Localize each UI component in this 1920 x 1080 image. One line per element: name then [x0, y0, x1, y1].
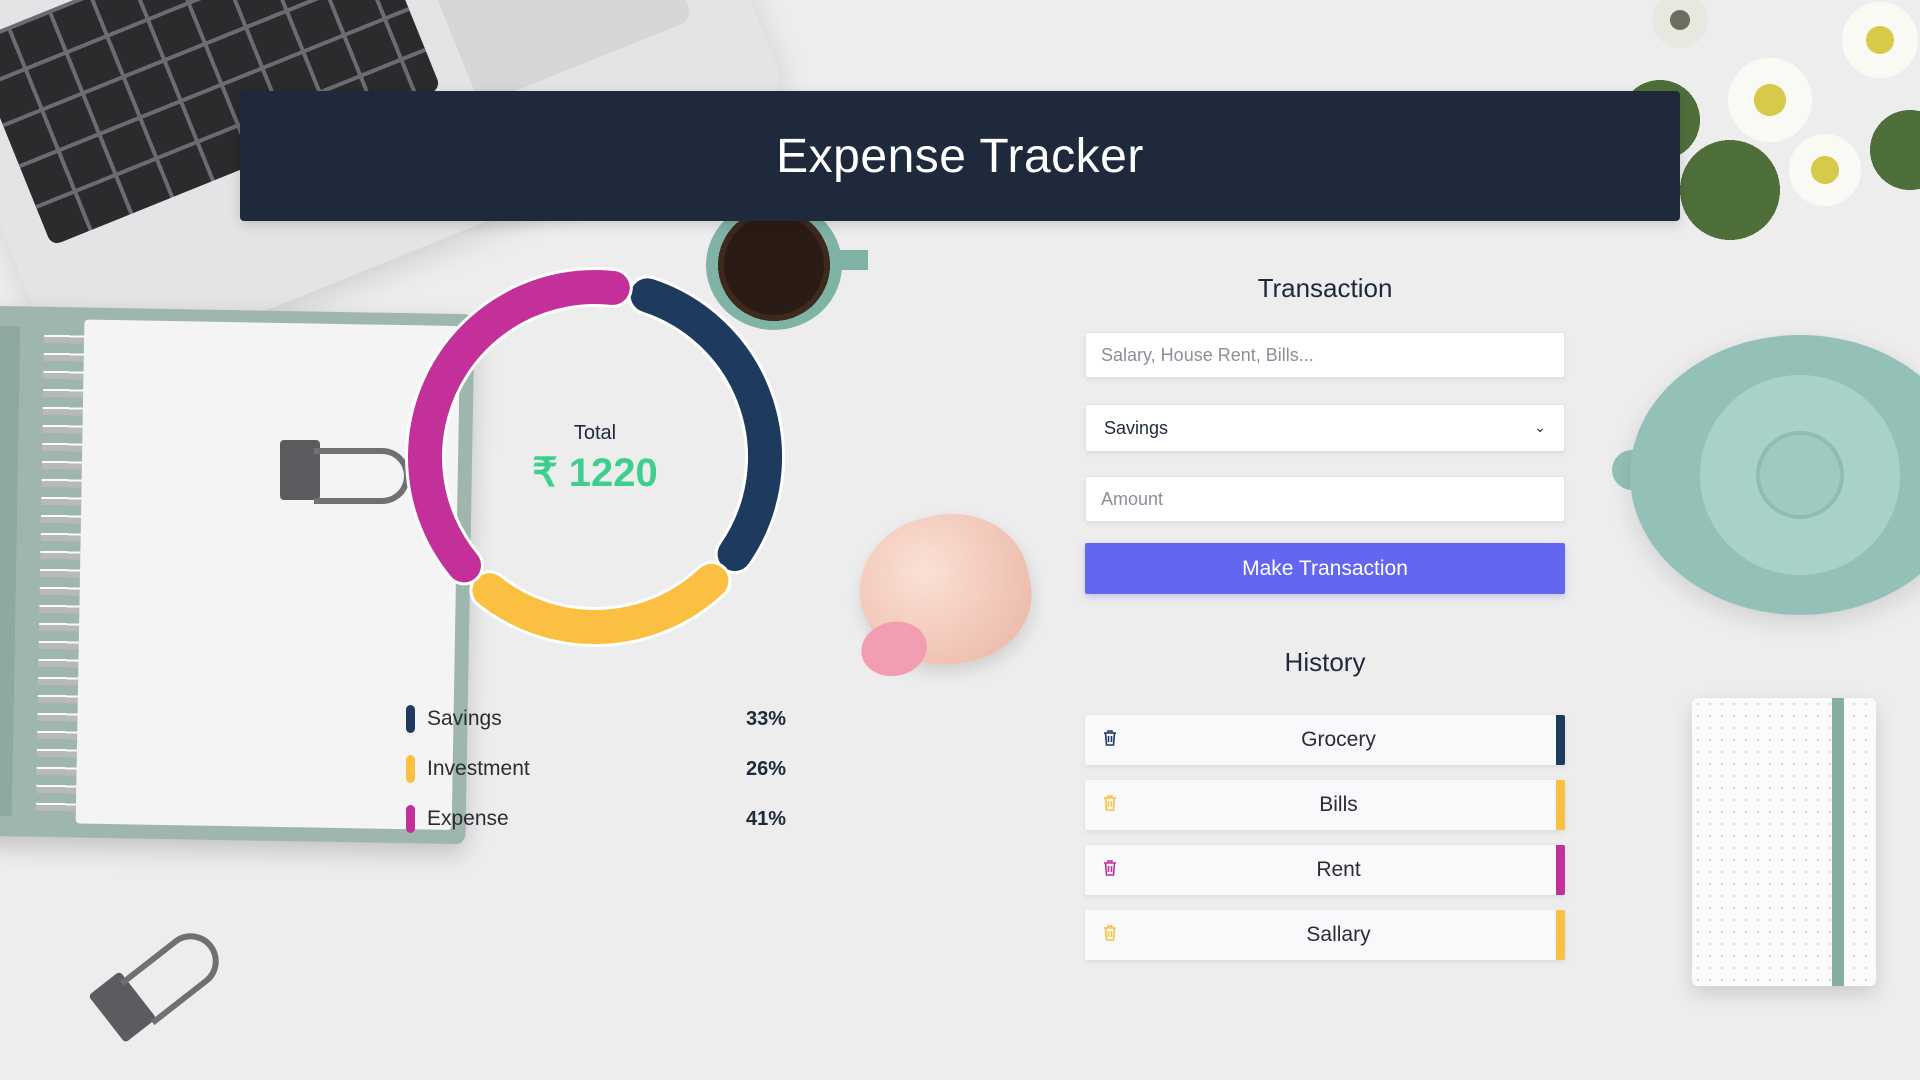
legend-label: Savings — [427, 707, 502, 730]
donut-segment-investment — [472, 563, 729, 644]
legend-item-expense: Expense 41% — [406, 794, 786, 844]
coffee-cup-handle-decoration — [838, 250, 868, 270]
trash-icon[interactable] — [1085, 730, 1135, 750]
history-item-name: Bills — [1319, 793, 1358, 816]
binder-clip-decoration — [82, 895, 268, 1074]
legend-item-investment: Investment 26% — [406, 744, 786, 794]
history-item-sallary: Sallary — [1085, 910, 1565, 960]
trash-icon[interactable] — [1085, 925, 1135, 945]
transaction-title: Transaction — [1257, 273, 1393, 303]
legend-percent: 33% — [745, 707, 786, 730]
total-value: ₹ 1220 — [532, 451, 658, 495]
app-header: Expense Tracker — [240, 91, 1680, 221]
select-value: Savings — [1104, 417, 1169, 438]
history-title: History — [1284, 647, 1366, 677]
trash-icon[interactable] — [1085, 795, 1135, 815]
history-item-rent: Rent — [1085, 845, 1565, 895]
legend-swatch — [406, 705, 415, 733]
make-transaction-button[interactable]: Make Transaction — [1085, 543, 1565, 594]
teapot-decoration — [1630, 335, 1920, 615]
history-item-name: Sallary — [1306, 923, 1371, 946]
legend-item-savings: Savings 33% — [406, 694, 786, 744]
legend-label: Investment — [427, 757, 530, 780]
legend-percent: 41% — [745, 807, 786, 830]
app-title: Expense Tracker — [776, 129, 1144, 183]
transaction-name-input[interactable] — [1085, 332, 1565, 378]
legend-swatch — [406, 805, 415, 833]
binder-clip-decoration — [280, 430, 410, 510]
trackpad-decoration — [412, 0, 694, 106]
transaction-type-select[interactable]: Savings ⌄ — [1085, 404, 1565, 452]
chevron-down-icon: ⌄ — [1534, 420, 1546, 436]
amount-input[interactable] — [1085, 476, 1565, 522]
trash-icon[interactable] — [1085, 860, 1135, 880]
history-item-accent — [1556, 715, 1565, 765]
history-item-accent — [1556, 845, 1565, 895]
legend-label: Expense — [427, 807, 509, 830]
legend-percent: 26% — [745, 757, 786, 780]
history-item-name: Grocery — [1301, 728, 1376, 751]
history-item-bills: Bills — [1085, 780, 1565, 830]
legend-swatch — [406, 755, 415, 783]
history-item-accent — [1556, 780, 1565, 830]
chart-legend: Savings 33% Investment 26% Expense 41% — [406, 694, 786, 844]
notepad-decoration — [1692, 698, 1876, 986]
piggy-bank-decoration — [846, 498, 1044, 683]
summary-donut-chart: Total ₹ 1220 — [400, 262, 790, 652]
history-item-grocery: Grocery — [1085, 715, 1565, 765]
history-item-name: Rent — [1316, 858, 1361, 881]
total-label: Total — [573, 422, 617, 444]
history-item-accent — [1556, 910, 1565, 960]
